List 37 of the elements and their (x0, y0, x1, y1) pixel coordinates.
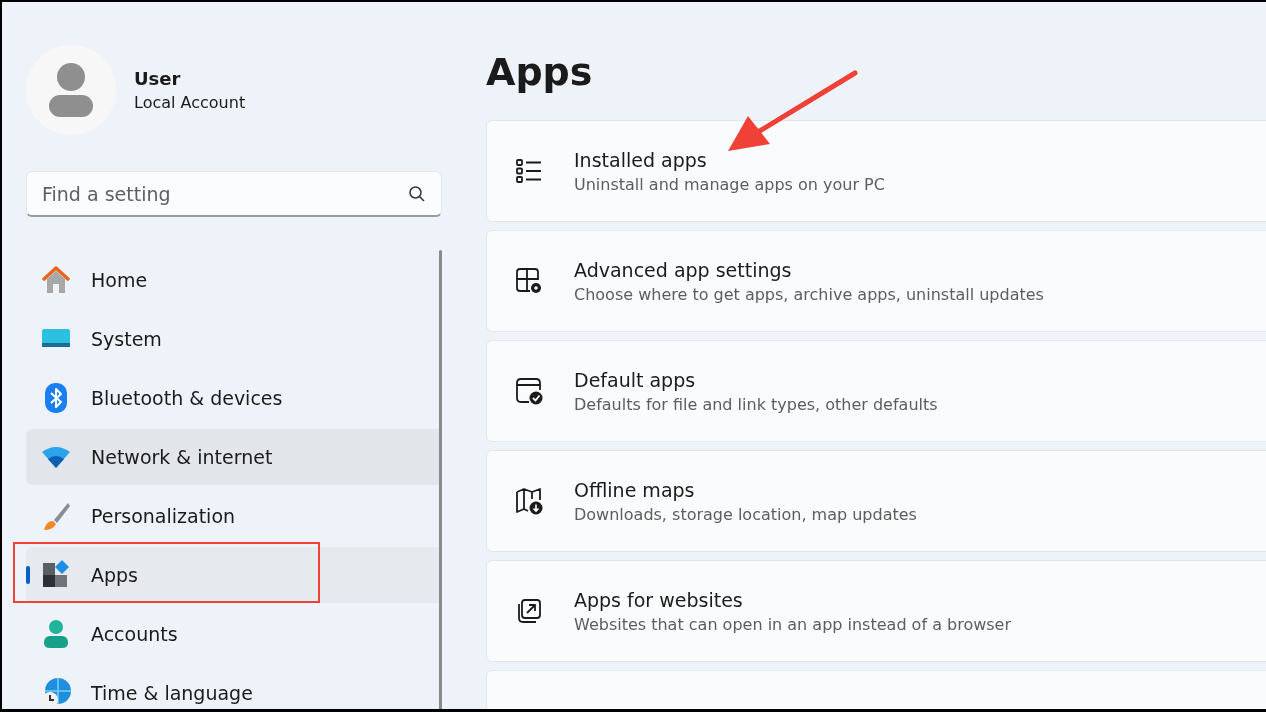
card-title: Default apps (574, 368, 697, 391)
card-description: Defaults for file and link types, other defaults (574, 394, 938, 414)
map-download-icon (514, 486, 544, 516)
card-description: Websites that can open in an app instead of a browser (574, 614, 1012, 634)
window-check-icon (514, 376, 544, 406)
card-description: Choose where to get apps, archive apps, uninstall updates (574, 284, 1044, 304)
card-title: Apps for websites (574, 588, 744, 611)
settings-card[interactable]: Offline maps Downloads, storage location, map updates (486, 450, 1266, 552)
nav-item[interactable]: Network & internet (26, 429, 439, 485)
window-gear-icon (514, 266, 544, 296)
settings-card[interactable]: Installed apps Uninstall and manage apps on your PC (486, 120, 1266, 222)
card-title: Offline maps (574, 478, 696, 501)
page-title: Apps (486, 50, 594, 94)
nav-item[interactable]: Bluetooth & devices (26, 370, 439, 426)
globe-clock-icon (40, 677, 72, 709)
selection-indicator (26, 566, 30, 584)
nav-item[interactable]: Home (26, 252, 439, 308)
card-description: Downloads, storage location, map updates (574, 504, 917, 524)
nav-item[interactable]: Time & language (26, 665, 439, 709)
house-icon (40, 264, 72, 296)
nav-item[interactable]: Apps (26, 547, 439, 603)
settings-card[interactable]: Advanced app settings Choose where to get apps, archive apps, uninstall updates (486, 230, 1266, 332)
search-icon (408, 185, 426, 203)
settings-card[interactable]: Apps for websites Websites that can open in an app instead of a browser (486, 560, 1266, 662)
card-description: Uninstall and manage apps on your PC (574, 174, 885, 194)
account-type: Local Account (134, 93, 246, 112)
search-field[interactable]: Find a setting (26, 171, 442, 217)
settings-card[interactable]: Default apps Defaults for file and link types, other defaults (486, 340, 1266, 442)
scrollbar[interactable] (439, 250, 442, 709)
list-icon (514, 156, 544, 186)
nav-item[interactable]: Accounts (26, 606, 439, 662)
card-title: Installed apps (574, 148, 708, 171)
person-icon (49, 63, 93, 117)
card-title: Advanced app settings (574, 258, 793, 281)
nav-item[interactable]: System (26, 311, 439, 367)
user-name: User (134, 68, 182, 89)
nav-item[interactable]: Personalization (26, 488, 439, 544)
